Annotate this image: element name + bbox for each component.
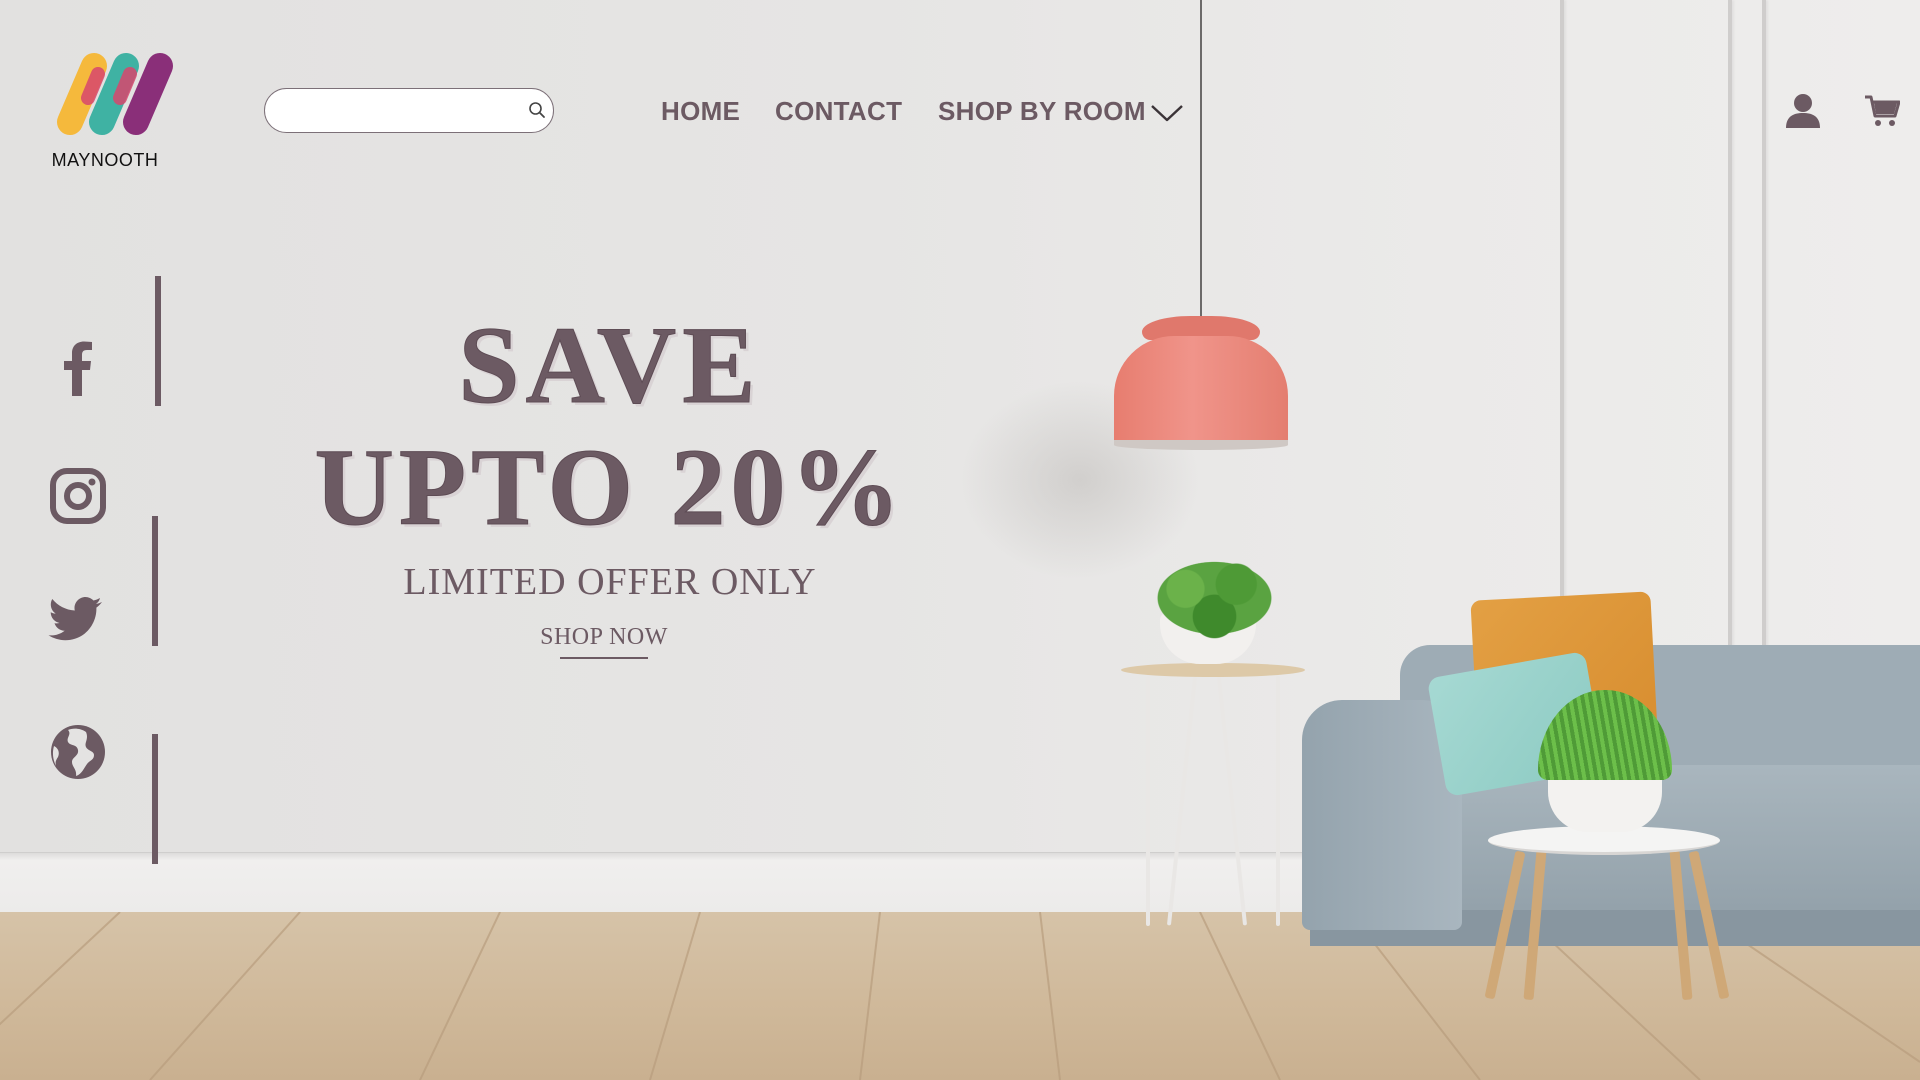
shop-now-underline <box>560 657 648 659</box>
search-bar[interactable] <box>264 88 554 133</box>
wall-panel-line <box>1728 0 1732 650</box>
hero-headline-save: SAVE <box>458 304 762 426</box>
wall-panel-line <box>1762 0 1766 650</box>
twitter-icon[interactable] <box>48 592 104 648</box>
brand-name: MAYNOOTH <box>51 150 159 170</box>
hero-headline-discount: UPTO 20% <box>314 426 906 548</box>
sidebar-divider <box>152 516 158 646</box>
wall-panel-line <box>1560 0 1564 650</box>
search-icon[interactable] <box>527 100 547 120</box>
potted-plant <box>1142 552 1287 644</box>
hero-subtitle: LIMITED OFFER ONLY <box>403 561 817 603</box>
pendant-lamp-rim <box>1114 440 1288 450</box>
cart-icon[interactable] <box>1864 94 1900 128</box>
nav-shop-by-room[interactable]: SHOP BY ROOM <box>938 96 1146 126</box>
brand-logo[interactable]: MAYNOOTH <box>50 52 180 170</box>
side-stool-top <box>1121 663 1305 677</box>
nav-home[interactable]: HOME <box>661 96 740 126</box>
hero-scene: MAYNOOTH HOME CONTACT SHOP BY ROOM SAVE … <box>0 0 1920 1080</box>
nav-contact[interactable]: CONTACT <box>775 96 902 126</box>
instagram-icon[interactable] <box>50 468 106 524</box>
globe-icon[interactable] <box>50 724 106 780</box>
search-input[interactable] <box>281 97 515 125</box>
pendant-lamp-shade <box>1114 336 1288 446</box>
chevron-down-icon[interactable] <box>1150 100 1184 124</box>
stool-leg <box>1146 676 1150 926</box>
lamp-cord <box>1200 0 1202 318</box>
sidebar-divider <box>152 734 158 864</box>
facebook-icon[interactable] <box>50 340 106 396</box>
logo-mark-icon <box>57 53 173 135</box>
sidebar-divider <box>155 276 161 406</box>
user-icon[interactable] <box>1784 92 1822 130</box>
shop-now-link[interactable]: SHOP NOW <box>504 624 704 651</box>
stool-leg <box>1276 676 1280 926</box>
